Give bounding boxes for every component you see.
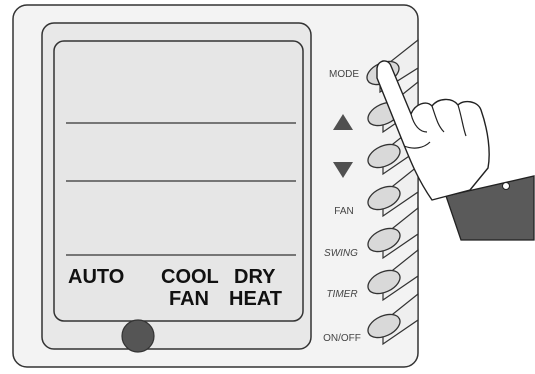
mode-button-label: MODE	[329, 69, 359, 80]
swing-button-label: SWING	[324, 248, 358, 259]
remote-control-svg: AUTO COOL DRY FAN HEAT MODE FAN SWING TI…	[12, 4, 535, 368]
indicator-light	[121, 319, 155, 353]
remote-control-diagram: AUTO COOL DRY FAN HEAT MODE FAN SWING TI…	[0, 0, 535, 374]
fan-button-label: FAN	[334, 206, 353, 217]
mode-label-dry: DRY	[234, 266, 276, 288]
mode-label-fan: FAN	[169, 288, 209, 310]
onoff-button-label: ON/OFF	[323, 333, 361, 344]
timer-button-label: TIMER	[326, 289, 357, 300]
mode-label-auto: AUTO	[68, 266, 124, 288]
cuff-button	[502, 182, 510, 190]
mode-label-cool: COOL	[161, 266, 219, 288]
mode-label-heat: HEAT	[229, 288, 282, 310]
